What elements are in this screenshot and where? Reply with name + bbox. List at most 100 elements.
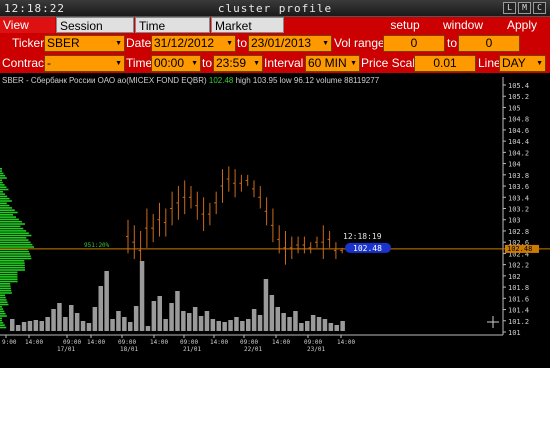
interval-value: 60 MIN: [308, 56, 347, 70]
y-tick-label: 101.2: [508, 318, 529, 326]
vol-from-field[interactable]: 0: [383, 35, 445, 52]
volume-profile-bar: [0, 168, 2, 170]
volume-bar: [133, 306, 139, 331]
x-tick-label: 9:00: [2, 339, 17, 346]
price-scale-label: Price Scale: [361, 56, 422, 70]
y-tick-label: 104: [508, 161, 521, 169]
volume-bar: [15, 325, 21, 331]
volume-bar: [110, 319, 115, 331]
tab-view-dom[interactable]: View DOM: [0, 17, 55, 48]
setup-menu[interactable]: setup: [380, 17, 430, 33]
volume-bar: [86, 323, 92, 331]
volume-profile-bar: [0, 200, 12, 202]
volume-profile-bar: [0, 276, 18, 278]
x-date-label: 17/01: [57, 346, 75, 353]
volume-profile-bar: [0, 255, 31, 257]
volume-bar: [163, 319, 168, 331]
volume-profile-bar: [0, 269, 25, 271]
volume-bar: [104, 271, 109, 331]
line-label: Line: [478, 56, 501, 70]
volume-profile-bar: [0, 234, 32, 237]
controls-row-2: Contract - ▼ Time 00:00 ▼ to 23:59 ▼ Interv…: [0, 53, 550, 73]
volume-bar: [281, 313, 286, 331]
volume-profile-bar: [0, 273, 18, 276]
current-time-label: 12:18:19: [343, 232, 382, 241]
volume-profile-bar: [0, 250, 30, 253]
date-from-field[interactable]: 31/12/2012 ▼: [151, 35, 236, 52]
axis-price-marker-label: 102.48: [507, 245, 532, 253]
contract-select[interactable]: - ▼: [44, 55, 125, 72]
volume-profile-bar: [0, 299, 7, 301]
time-to-label: to: [202, 56, 213, 70]
window-button-c[interactable]: C: [533, 2, 546, 14]
date-to-label: to: [237, 36, 248, 50]
date-to-value: 23/01/2013: [251, 36, 312, 50]
x-date-label: 18/01: [120, 346, 138, 353]
volume-bar: [322, 319, 328, 331]
y-tick-label: 104.2: [508, 149, 529, 157]
volume-bar: [157, 296, 162, 331]
volume-profile-bar: [0, 209, 15, 211]
volume-bar: [222, 322, 227, 331]
volume-profile-bar: [0, 322, 4, 324]
time-from-field[interactable]: 00:00 ▼: [151, 55, 201, 72]
volume-profile-bar: [0, 230, 27, 232]
chevron-down-icon: ▼: [350, 60, 357, 67]
volume-bar: [21, 322, 27, 331]
time-label: Time: [126, 56, 153, 70]
vol-range-label: Vol range: [334, 36, 385, 50]
volume-bar: [328, 323, 334, 331]
volume-profile-bar: [0, 280, 18, 283]
volume-bar: [80, 321, 86, 331]
price-scale-field[interactable]: 0.01: [414, 55, 476, 72]
interval-select[interactable]: 60 MIN ▼: [305, 55, 360, 72]
volume-bar: [210, 319, 216, 331]
tab-session-hours[interactable]: Session Hours: [56, 17, 134, 49]
vol-to-field[interactable]: 0: [458, 35, 520, 52]
volume-profile-bar: [0, 266, 25, 269]
y-tick-label: 103.8: [508, 172, 529, 180]
y-tick-label: 103.6: [508, 183, 529, 191]
x-tick-label: 09:00: [180, 339, 198, 346]
volume-bar: [192, 307, 198, 331]
volume-bar: [257, 315, 263, 331]
volume-profile-bar: [0, 188, 9, 191]
tab-market-watch[interactable]: Market Watch: [211, 17, 284, 49]
date-to-field[interactable]: 23/01/2013 ▼: [248, 35, 332, 52]
line-value: DAY: [502, 56, 526, 70]
volume-profile-bar: [0, 319, 3, 322]
window-button-l[interactable]: L: [503, 2, 516, 14]
window-button-m[interactable]: M: [518, 2, 531, 14]
interval-label: Interval: [264, 56, 304, 70]
cluster-chart[interactable]: 105.4 105.2 105 104.8 104.6 104.4 104.2 104 103.…: [0, 73, 550, 368]
time-to-field[interactable]: 23:59 ▼: [213, 55, 263, 72]
volume-profile-bar: [0, 283, 11, 285]
x-tick-label: 14:00: [337, 339, 355, 346]
x-tick-label: 14:00: [150, 339, 168, 346]
volume-profile-bar: [0, 214, 14, 216]
x-tick-label: 09:00: [63, 339, 81, 346]
volume-profile-bar: [0, 232, 29, 234]
volume-profile-bar: [0, 264, 25, 267]
volume-bar: [98, 286, 103, 331]
volume-bar: [269, 295, 275, 331]
tab-time-interval[interactable]: Time Interval: [135, 17, 210, 49]
profile-marker-label: 951:20%: [84, 242, 110, 249]
line-select[interactable]: DAY ▼: [499, 55, 546, 72]
y-tick-label: 105: [508, 104, 521, 112]
volume-profile-bar: [0, 191, 3, 193]
volume-profile-bar: [0, 218, 19, 221]
volume-bar: [139, 261, 145, 331]
y-tick-label: 101.8: [508, 284, 529, 292]
volume-bar: [128, 322, 133, 331]
volume-bar: [116, 311, 121, 331]
volume-bar: [310, 315, 316, 331]
window-menu[interactable]: window: [438, 17, 488, 33]
x-tick-label: 09:00: [304, 339, 322, 346]
ticker-select[interactable]: SBER ▼: [44, 35, 125, 52]
volume-profile-bar: [0, 223, 25, 225]
volume-profile-bar: [0, 239, 29, 241]
volume-profile-bar: [0, 241, 31, 244]
volume-bar: [228, 320, 233, 331]
apply-button[interactable]: Apply: [497, 17, 547, 33]
